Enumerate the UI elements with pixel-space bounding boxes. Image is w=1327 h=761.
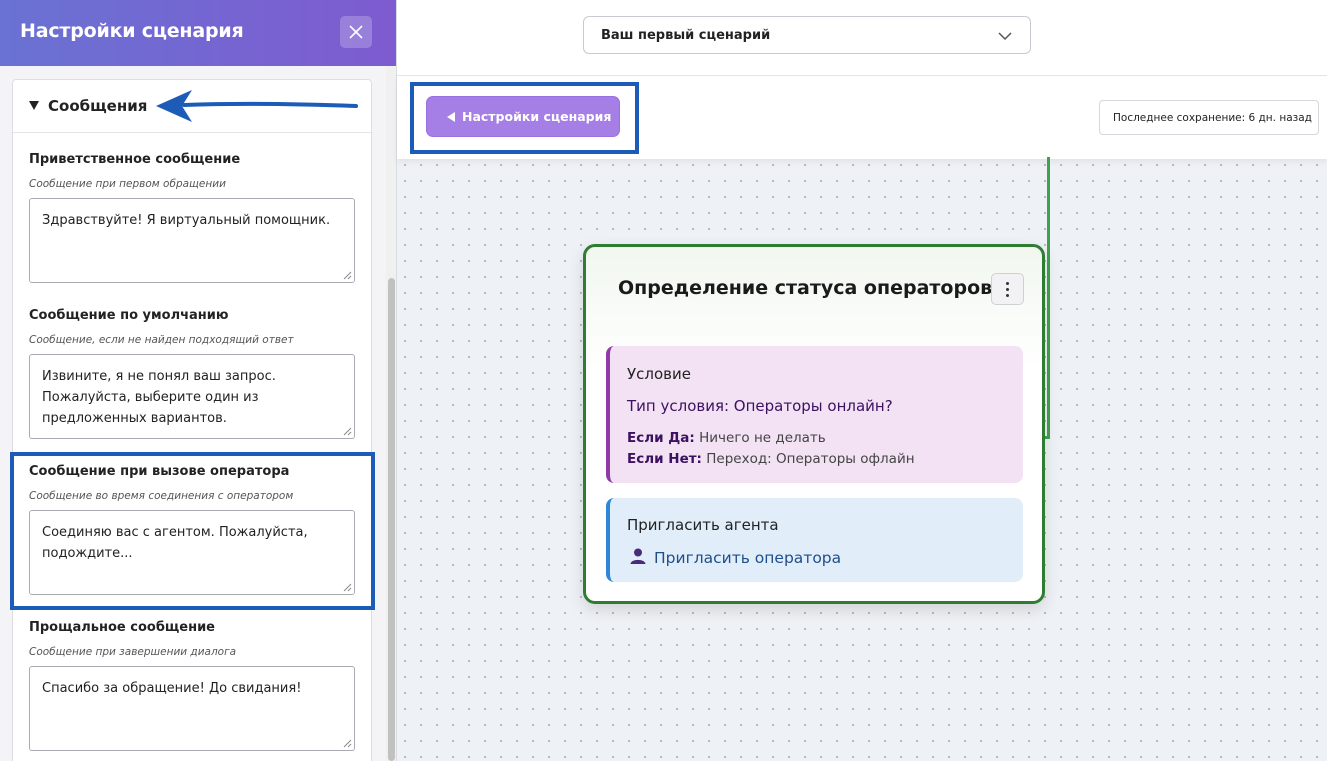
condition-type: Тип условия: Операторы онлайн? xyxy=(627,397,893,415)
resize-handle-icon[interactable] xyxy=(343,739,352,748)
messages-section-title: Сообщения xyxy=(48,97,148,115)
more-vertical-icon xyxy=(1006,282,1010,300)
panel-scrollbar-thumb[interactable] xyxy=(388,278,395,761)
condition-block[interactable]: Условие Тип условия: Операторы онлайн? Е… xyxy=(606,346,1023,483)
last-saved-status: Последнее сохранение: 6 дн. назад xyxy=(1099,100,1319,135)
resize-handle-icon[interactable] xyxy=(343,427,352,436)
scenario-select-value: Ваш первый сценарий xyxy=(601,28,771,43)
farewell-label: Прощальное сообщение xyxy=(29,620,215,635)
condition-yes-value: Ничего не делать xyxy=(699,430,826,446)
node-title: Определение статуса операторов xyxy=(618,277,993,299)
close-icon xyxy=(349,25,363,39)
condition-no-value: Переход: Операторы офлайн xyxy=(706,451,915,467)
greeting-label: Приветственное сообщение xyxy=(29,152,241,167)
farewell-textarea[interactable]: Спасибо за обращение! До свидания! xyxy=(29,666,355,751)
resize-handle-icon[interactable] xyxy=(343,271,352,280)
close-button[interactable] xyxy=(340,16,372,48)
farewell-value: Спасибо за обращение! До свидания! xyxy=(42,681,302,696)
condition-no-label: Если Нет: xyxy=(627,451,702,467)
greeting-hint: Сообщение при первом обращении xyxy=(29,178,226,190)
greeting-textarea[interactable]: Здравствуйте! Я виртуальный помощник. xyxy=(29,198,355,283)
collapse-triangle-icon xyxy=(29,101,39,110)
node-menu-button[interactable] xyxy=(991,273,1024,305)
user-icon xyxy=(630,548,646,564)
default-message-textarea[interactable]: Извините, я не понял ваш запрос. Пожалуй… xyxy=(29,354,355,439)
scenario-select[interactable]: Ваш первый сценарий xyxy=(583,16,1031,54)
scenario-settings-button[interactable]: Настройки сценария xyxy=(426,96,620,137)
scenario-settings-panel: Настройки сценария Сообщения Приветствен… xyxy=(0,0,397,761)
condition-heading: Условие xyxy=(627,365,691,383)
default-message-hint: Сообщение, если не найден подходящий отв… xyxy=(29,334,294,346)
flow-node-card[interactable]: Определение статуса операторов Условие Т… xyxy=(583,244,1045,604)
condition-yes-label: Если Да: xyxy=(627,430,695,446)
flow-connector xyxy=(1047,157,1050,439)
default-message-label: Сообщение по умолчанию xyxy=(29,308,229,323)
condition-no-line: Если Нет: Переход: Операторы офлайн xyxy=(627,451,915,467)
condition-yes-line: Если Да: Ничего не делать xyxy=(627,430,826,446)
panel-header: Настройки сценария xyxy=(0,0,396,66)
default-message-value: Извините, я не понял ваш запрос. Пожалуй… xyxy=(42,369,276,426)
greeting-value: Здравствуйте! Я виртуальный помощник. xyxy=(42,213,331,228)
farewell-hint: Сообщение при завершении диалога xyxy=(29,646,237,658)
highlight-frame xyxy=(10,452,375,610)
chevron-down-icon xyxy=(998,32,1012,41)
panel-title: Настройки сценария xyxy=(20,20,244,42)
invite-heading: Пригласить агента xyxy=(627,516,779,534)
invite-operator-link[interactable]: Пригласить оператора xyxy=(654,549,841,567)
annotation-arrow-icon xyxy=(156,90,358,122)
last-saved-text: Последнее сохранение: 6 дн. назад xyxy=(1113,112,1312,124)
invite-agent-block[interactable]: Пригласить агента Пригласить оператора xyxy=(606,498,1023,582)
scenario-settings-button-label: Настройки сценария xyxy=(462,109,612,124)
triangle-left-icon xyxy=(447,112,455,122)
